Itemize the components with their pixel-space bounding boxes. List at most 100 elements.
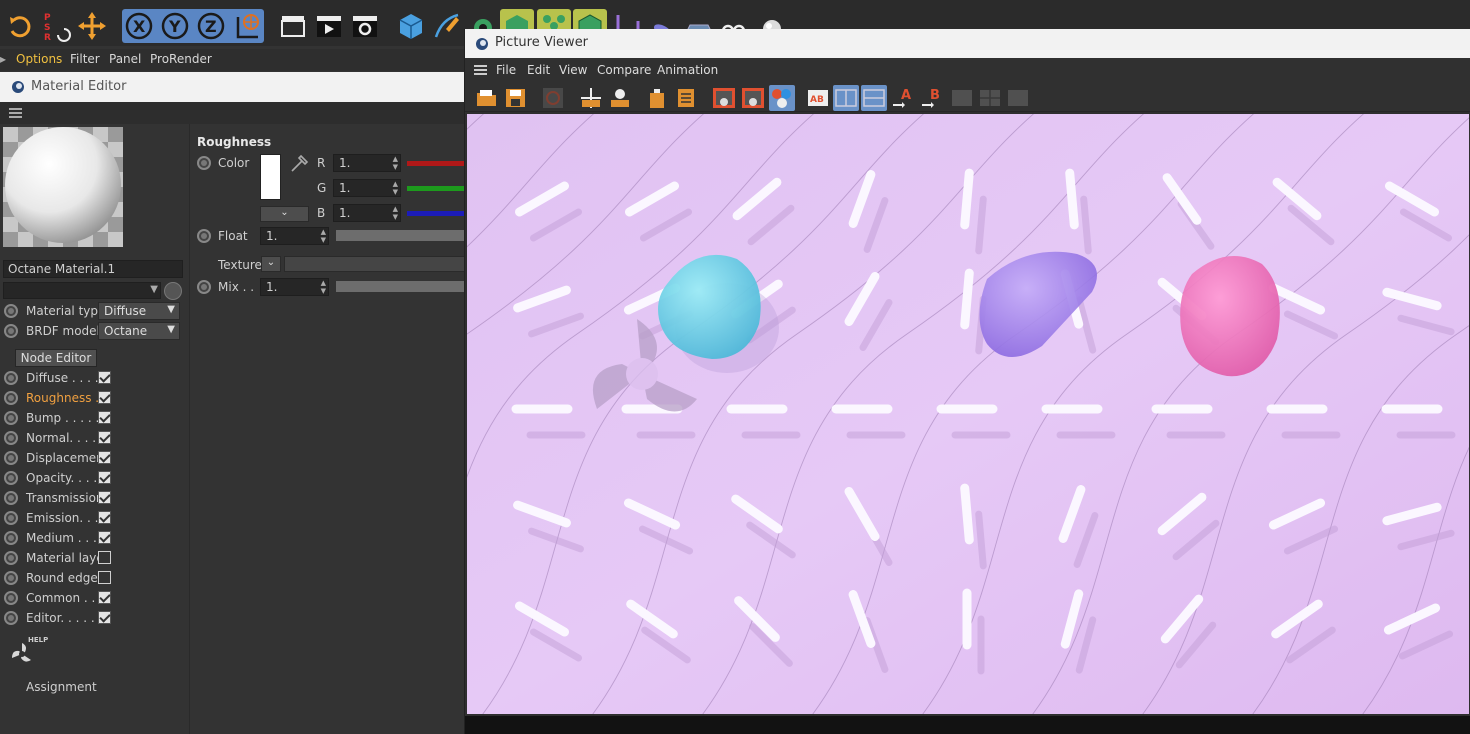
split-alt-icon[interactable] [861, 85, 887, 111]
channel-radio-bump[interactable] [4, 411, 18, 425]
swap-icon[interactable] [949, 85, 975, 111]
color-swatch[interactable] [260, 154, 281, 200]
channel-bump[interactable]: Bump . . . . . [26, 411, 99, 425]
z-axis-icon[interactable]: Z [194, 9, 228, 43]
float-value-field[interactable]: 1. ▲ ▼ [260, 227, 329, 245]
render-object-icon[interactable] [607, 85, 633, 111]
brdf-model-select[interactable]: Octane ▼ [98, 322, 180, 340]
channel-radio-roughness[interactable] [4, 391, 18, 405]
g-value-field[interactable]: 1. ▲ ▼ [333, 179, 401, 197]
psr-icon[interactable]: PSR [38, 9, 72, 43]
channel-checkbox-opacity[interactable] [98, 471, 111, 484]
b-slider[interactable] [407, 211, 470, 216]
menu-options[interactable]: Options [16, 52, 62, 66]
r-value-field[interactable]: 1. ▲ ▼ [333, 154, 401, 172]
channel-radio-transmission[interactable] [4, 491, 18, 505]
frame-a-icon[interactable] [711, 85, 737, 111]
channel-opacity[interactable]: Opacity. . . . [26, 471, 97, 485]
channel-radio-round-edges[interactable] [4, 571, 18, 585]
cube-icon[interactable] [394, 9, 428, 43]
menu-view[interactable]: View [559, 63, 587, 77]
spinner-icon[interactable]: ▲ ▼ [321, 279, 326, 295]
spinner-icon[interactable]: ▲ ▼ [321, 228, 326, 244]
render-region-icon[interactable] [578, 85, 604, 111]
hamburger-menu-icon[interactable] [474, 65, 487, 76]
render-image[interactable] [467, 114, 1469, 714]
channel-editor[interactable]: Editor. . . . . [26, 611, 95, 625]
set-b-icon[interactable]: B [919, 85, 945, 111]
mix-radio[interactable] [197, 280, 211, 294]
layer-stack-icon[interactable] [674, 85, 700, 111]
channel-radio-emission[interactable] [4, 511, 18, 525]
channel-medium[interactable]: Medium . . . [26, 531, 97, 545]
world-coord-icon[interactable] [230, 9, 264, 43]
move-icon[interactable] [75, 9, 109, 43]
channel-displacement[interactable]: Displacement [26, 451, 109, 465]
menu-animation[interactable]: Animation [657, 63, 718, 77]
channel-checkbox-emission[interactable] [98, 511, 111, 524]
float-radio[interactable] [197, 229, 211, 243]
open-icon[interactable] [474, 85, 500, 111]
history-icon[interactable] [1005, 85, 1031, 111]
grid-icon[interactable] [977, 85, 1003, 111]
compare-icon[interactable] [769, 85, 795, 111]
channel-material-layer[interactable]: Material layer [26, 551, 109, 565]
set-a-icon[interactable]: A [890, 85, 916, 111]
float-slider[interactable] [336, 230, 470, 241]
channel-checkbox-material-layer[interactable] [98, 551, 111, 564]
material-editor-titlebar[interactable]: Material Editor [0, 72, 470, 102]
channel-checkbox-round-edges[interactable] [98, 571, 111, 584]
channel-checkbox-common[interactable] [98, 591, 111, 604]
x-axis-icon[interactable]: X [122, 9, 156, 43]
menubar-left-stub[interactable]: ▸ [0, 52, 6, 66]
clapper-icon[interactable] [276, 9, 310, 43]
render-view-icon[interactable] [312, 9, 346, 43]
spinner-icon[interactable]: ▲ ▼ [393, 205, 398, 221]
stop-icon[interactable] [540, 85, 566, 111]
color-mode-dropdown[interactable]: ⌄ [260, 206, 309, 222]
save-icon[interactable] [503, 85, 529, 111]
menu-prorender[interactable]: ProRender [150, 52, 212, 66]
channel-checkbox-diffuse[interactable] [98, 371, 111, 384]
node-editor-button[interactable]: Node Editor [15, 349, 97, 367]
b-value-field[interactable]: 1. ▲ ▼ [333, 204, 401, 222]
mix-value-field[interactable]: 1. ▲ ▼ [260, 278, 329, 296]
spinner-icon[interactable]: ▲ ▼ [393, 155, 398, 171]
channel-diffuse[interactable]: Diffuse . . . . [26, 371, 99, 385]
channel-common[interactable]: Common . . [26, 591, 95, 605]
material-type-radio[interactable] [4, 304, 18, 318]
frame-b-icon[interactable] [740, 85, 766, 111]
material-name-field[interactable]: Octane Material.1 [3, 260, 183, 278]
texture-slot[interactable] [284, 256, 470, 272]
material-preview[interactable] [3, 127, 123, 247]
menu-panel[interactable]: Panel [109, 52, 141, 66]
hamburger-menu-icon[interactable] [9, 108, 22, 119]
color-radio[interactable] [197, 156, 211, 170]
texture-dropdown[interactable]: ⌄ [261, 256, 281, 272]
picture-viewer-titlebar[interactable]: Picture Viewer [465, 29, 1470, 58]
channel-checkbox-transmission[interactable] [98, 491, 111, 504]
pick-material-button[interactable] [164, 282, 182, 300]
channel-checkbox-editor[interactable] [98, 611, 111, 624]
channel-round-edges[interactable]: Round edges [26, 571, 104, 585]
channel-emission[interactable]: Emission. . . [26, 511, 98, 525]
channel-roughness[interactable]: Roughness . [26, 391, 99, 405]
channel-checkbox-medium[interactable] [98, 531, 111, 544]
eyedropper-icon[interactable] [289, 154, 309, 174]
ab-icon[interactable]: AB [805, 85, 831, 111]
channel-radio-opacity[interactable] [4, 471, 18, 485]
y-axis-icon[interactable]: Y [158, 9, 192, 43]
channel-radio-common[interactable] [4, 591, 18, 605]
spinner-icon[interactable]: ▲ ▼ [393, 180, 398, 196]
channel-radio-normal[interactable] [4, 431, 18, 445]
channel-checkbox-normal[interactable] [98, 431, 111, 444]
menu-file[interactable]: File [496, 63, 516, 77]
menu-filter[interactable]: Filter [70, 52, 100, 66]
channel-radio-displacement[interactable] [4, 451, 18, 465]
menu-edit[interactable]: Edit [527, 63, 550, 77]
material-link-combo[interactable]: ▼ [3, 282, 161, 299]
channel-radio-material-layer[interactable] [4, 551, 18, 565]
mix-slider[interactable] [336, 281, 470, 292]
material-type-select[interactable]: Diffuse ▼ [98, 302, 180, 320]
channel-transmission[interactable]: Transmission [26, 491, 104, 505]
